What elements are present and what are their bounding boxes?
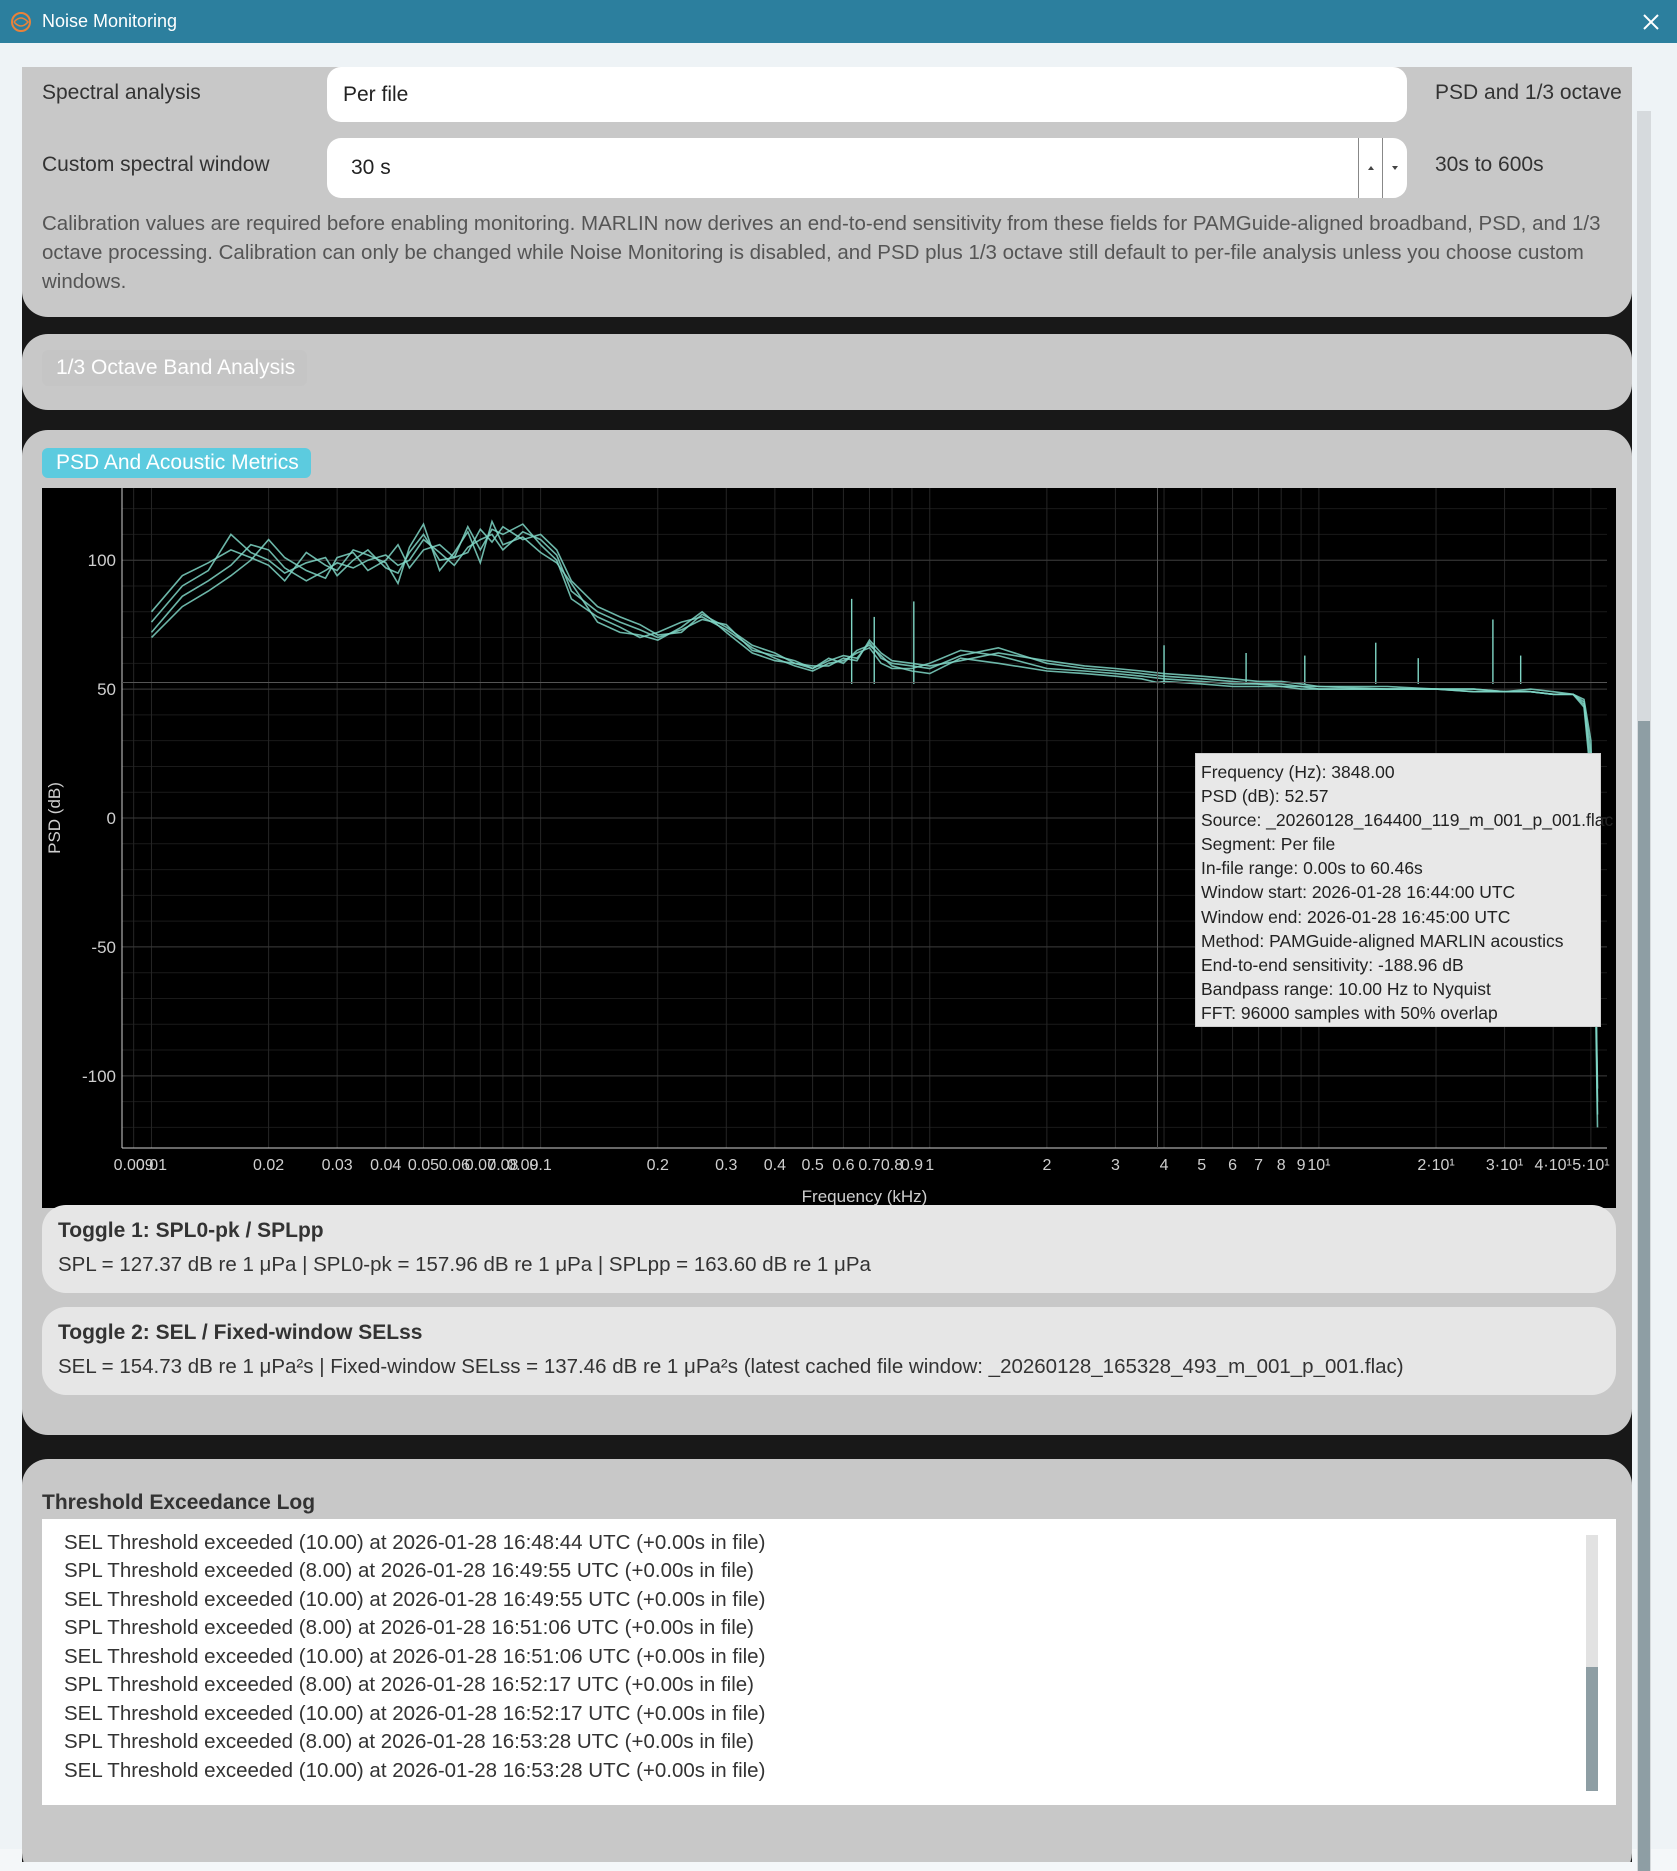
spectral-analysis-value: Per file [343,82,409,106]
log-entry: SPL Threshold exceeded (8.00) at 2026-01… [64,1616,755,1639]
tooltip-line: Method: PAMGuide-aligned MARLIN acoustic… [1201,930,1564,951]
settings-panel: Spectral analysis Per file PSD and 1/3 o… [22,67,1632,317]
log-entry: SEL Threshold exceeded (10.00) at 2026-0… [64,1645,766,1668]
psd-section-label: PSD And Acoustic Metrics [56,451,299,474]
octave-section-label: 1/3 Octave Band Analysis [56,356,296,379]
tooltip-line: End-to-end sensitivity: -188.96 dB [1201,954,1464,975]
psd-tooltip: Frequency (Hz): 3848.00 PSD (dB): 52.57 … [1195,753,1614,1027]
log-entry: SPL Threshold exceeded (8.00) at 2026-01… [64,1673,755,1696]
psd-section-toggle[interactable]: PSD And Acoustic Metrics [42,448,311,478]
y-tick-label: -50 [91,938,116,957]
x-tick-label: 0.3 [715,1157,737,1174]
y-axis-title: PSD (dB) [45,782,64,854]
x-tick-label: 4 [1160,1157,1169,1174]
close-icon [1643,14,1659,30]
x-tick-label: 2·10¹ [1417,1157,1454,1174]
y-tick-label: 100 [88,551,116,570]
octave-section-toggle[interactable]: 1/3 Octave Band Analysis [42,350,308,386]
tooltip-line: Window end: 2026-01-28 16:45:00 UTC [1201,906,1511,927]
close-button[interactable] [1635,6,1667,38]
x-tick-label: 9 [1297,1157,1306,1174]
y-tick-label: -100 [82,1067,116,1086]
x-tick-label: 0.01 [136,1157,167,1174]
x-tick-label: 0.7 [858,1157,880,1174]
x-tick-label: 4·10¹ [1535,1157,1572,1174]
custom-window-label: Custom spectral window [42,153,270,176]
tooltip-line: Source: _20260128_164400_119_m_001_p_001… [1201,810,1614,831]
custom-window-spinbox[interactable]: 30 s [327,138,1407,198]
toggle1-card[interactable]: Toggle 1: SPL0-pk / SPLpp SPL = 127.37 d… [42,1205,1616,1293]
main-scrollbar-thumb[interactable] [1638,721,1650,1871]
spectral-analysis-label: Spectral analysis [42,81,201,104]
tooltip-line: Window start: 2026-01-28 16:44:00 UTC [1201,882,1516,903]
x-tick-label: 1 [925,1157,934,1174]
log-entry: SEL Threshold exceeded (10.00) at 2026-0… [64,1759,766,1782]
toggle1-title: Toggle 1: SPL0-pk / SPLpp [58,1219,324,1242]
toggle2-value: SEL = 154.73 dB re 1 μPa²s | Fixed-windo… [58,1355,1404,1378]
x-tick-label: 0.04 [370,1157,401,1174]
x-tick-label: 3·10¹ [1486,1157,1523,1174]
spin-up-icon [1368,166,1374,170]
x-tick-label: 0.03 [322,1157,353,1174]
calibration-info-text: Calibration values are required before e… [42,212,1601,293]
window-title: Noise Monitoring [42,11,178,31]
tooltip-line: Segment: Per file [1201,834,1336,855]
toggle2-title: Toggle 2: SEL / Fixed-window SELss [58,1321,423,1344]
octave-panel: 1/3 Octave Band Analysis [22,334,1632,410]
spectral-analysis-note: PSD and 1/3 octave [1435,81,1622,104]
toggle1-value: SPL = 127.37 dB re 1 μPa | SPL0-pk = 157… [58,1253,871,1276]
log-entry: SPL Threshold exceeded (8.00) at 2026-01… [64,1730,755,1753]
x-tick-label: 0.05 [408,1157,439,1174]
log-title: Threshold Exceedance Log [42,1491,316,1514]
x-tick-label: 3 [1111,1157,1120,1174]
toggle2-card[interactable]: Toggle 2: SEL / Fixed-window SELss SEL =… [42,1307,1616,1395]
tooltip-line: In-file range: 0.00s to 60.46s [1201,858,1423,879]
x-tick-label: 0.6 [832,1157,854,1174]
x-tick-label: 0.9 [901,1157,923,1174]
log-scrollbar[interactable] [1586,1535,1598,1791]
spin-down-icon [1392,166,1398,170]
spin-down-button[interactable] [1382,138,1407,198]
log-panel: Threshold Exceedance Log SEL Threshold e… [22,1459,1632,1862]
log-entry: SPL Threshold exceeded (8.00) at 2026-01… [64,1559,755,1582]
spin-up-button[interactable] [1358,138,1383,198]
x-tick-label: 0.1 [529,1157,551,1174]
log-entry: SEL Threshold exceeded (10.00) at 2026-0… [64,1531,766,1554]
x-axis-title: Frequency (kHz) [802,1187,928,1206]
y-tick-label: 50 [97,680,116,699]
x-tick-label: 2 [1042,1157,1051,1174]
x-tick-label: 5·10¹ [1572,1157,1609,1174]
spectral-analysis-select[interactable]: Per file [327,67,1407,122]
main-scrollbar[interactable] [1637,111,1651,1871]
scroll-area: Spectral analysis Per file PSD and 1/3 o… [22,67,1632,1862]
dialog-body: Spectral analysis Per file PSD and 1/3 o… [0,43,1677,1871]
x-tick-label: 10¹ [1307,1157,1330,1174]
x-tick-label: 0.5 [801,1157,823,1174]
tooltip-line: Bandpass range: 10.00 Hz to Nyquist [1201,978,1491,999]
log-scrollbar-thumb[interactable] [1586,1667,1598,1791]
x-tick-label: 0.4 [764,1157,786,1174]
custom-window-value: 30 s [351,156,391,179]
x-tick-label: 7 [1254,1157,1263,1174]
log-list[interactable]: SEL Threshold exceeded (10.00) at 2026-0… [42,1519,1616,1805]
x-tick-label: 5 [1197,1157,1206,1174]
y-tick-label: 0 [107,809,116,828]
window-titlebar: Noise Monitoring [0,0,1677,43]
x-tick-label: 8 [1277,1157,1286,1174]
tooltip-line: FFT: 96000 samples with 50% overlap [1201,1002,1498,1023]
tooltip-line: Frequency (Hz): 3848.00 [1201,762,1395,782]
app-logo-icon [11,12,31,32]
tooltip-line: PSD (dB): 52.57 [1201,786,1329,807]
x-tick-label: 0.02 [253,1157,284,1174]
log-entry: SEL Threshold exceeded (10.00) at 2026-0… [64,1702,766,1725]
custom-window-note: 30s to 600s [1435,153,1544,176]
x-tick-label: 6 [1228,1157,1237,1174]
log-entry: SEL Threshold exceeded (10.00) at 2026-0… [64,1588,766,1611]
psd-panel: PSD And Acoustic Metrics 100 50 0 -50 -100 0.… [22,430,1632,1435]
x-tick-label: 0.2 [647,1157,669,1174]
